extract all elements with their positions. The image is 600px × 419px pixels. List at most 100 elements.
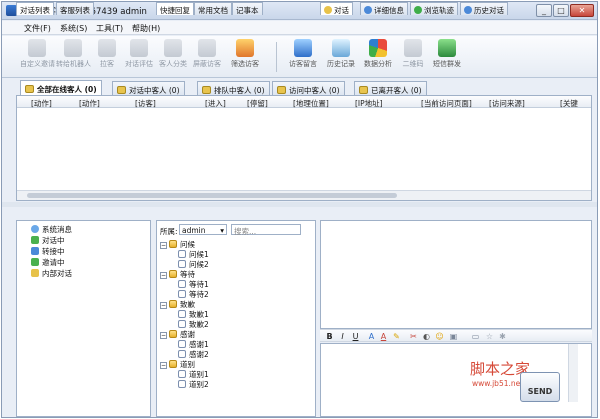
menu-tools[interactable]: 工具(T) bbox=[96, 23, 123, 34]
column-ip[interactable]: [IP地址] bbox=[355, 98, 383, 109]
close-button[interactable]: ✕ bbox=[570, 4, 594, 17]
emoji-button[interactable]: ☺ bbox=[434, 331, 445, 342]
filter-visitor-button[interactable]: 筛选访客 bbox=[228, 39, 262, 76]
column-location[interactable]: [地理位置] bbox=[293, 98, 329, 109]
watermark-url: www.jb51.net bbox=[472, 379, 524, 388]
tab-browse-trail[interactable]: 浏览轨迹 bbox=[410, 2, 458, 15]
menu-bar: 文件(F) 系统(S) 工具(T) 帮助(H) bbox=[2, 21, 597, 35]
folder-icon bbox=[169, 240, 177, 248]
tab-all-online[interactable]: 全部在线客人 (0) bbox=[20, 80, 102, 96]
chat-message-area[interactable] bbox=[320, 220, 592, 329]
internal-chat-icon bbox=[31, 269, 39, 277]
chat-evaluate-button[interactable]: 对话评估 bbox=[122, 39, 156, 76]
tab-quick-reply[interactable]: 快捷回复 bbox=[156, 2, 194, 15]
column-enter[interactable]: [进入] bbox=[205, 98, 226, 109]
chat-list-panel: 系统消息 对话中 转接中 邀请中 内部对话 bbox=[16, 220, 151, 417]
visitor-category-button[interactable]: 客人分类 bbox=[156, 39, 190, 76]
tab-visiting[interactable]: 访问中客人 (0) bbox=[272, 81, 345, 96]
document-icon bbox=[178, 380, 186, 388]
pull-visitor-button[interactable]: 拉客 bbox=[90, 39, 124, 76]
tab-agent-list[interactable]: 客服列表 bbox=[56, 2, 94, 15]
column-action[interactable]: [动作] bbox=[31, 98, 52, 109]
visitor-table-header: [动作] [动作] [访客] [进入] [停留] [地理位置] [IP地址] [… bbox=[17, 96, 591, 108]
list-item-internal[interactable]: 内部对话 bbox=[31, 268, 72, 279]
font-color-button[interactable]: A bbox=[378, 331, 389, 342]
list-item-chatting[interactable]: 对话中 bbox=[31, 235, 65, 246]
queue-icon bbox=[202, 86, 211, 94]
document-icon bbox=[178, 290, 186, 298]
list-item-inviting[interactable]: 邀请中 bbox=[31, 257, 65, 268]
history-button[interactable]: 历史记录 bbox=[324, 39, 358, 76]
folder-icon bbox=[169, 270, 177, 278]
qr-code-button[interactable]: 二维码 bbox=[396, 39, 430, 76]
data-analysis-button[interactable]: 数据分析 bbox=[361, 39, 395, 76]
visitors-icon bbox=[25, 85, 34, 93]
column-action-2[interactable]: [动作] bbox=[79, 98, 100, 109]
folder-icon bbox=[169, 330, 177, 338]
history-icon bbox=[464, 6, 472, 14]
reply-search-input[interactable]: 搜索... bbox=[231, 224, 301, 236]
image-button[interactable]: ▣ bbox=[448, 331, 459, 342]
history-icon bbox=[332, 39, 350, 57]
tab-notepad[interactable]: 记事本 bbox=[232, 2, 263, 15]
menu-system[interactable]: 系统(S) bbox=[60, 23, 87, 34]
input-vertical-scrollbar[interactable] bbox=[568, 344, 578, 402]
toolbar-separator bbox=[276, 42, 277, 72]
document-icon bbox=[178, 250, 186, 258]
format-toolbar: B I U A A ✎ ✂ ◐ ☺ ▣ ▭ ☆ ✱ bbox=[320, 329, 592, 342]
list-item-transfer[interactable]: 转接中 bbox=[31, 246, 65, 257]
horizontal-scrollbar[interactable] bbox=[17, 190, 591, 200]
owner-select[interactable]: admin ▾ bbox=[179, 224, 227, 235]
shake-button[interactable]: ◐ bbox=[421, 331, 432, 342]
column-stay[interactable]: [停留] bbox=[247, 98, 268, 109]
sms-broadcast-button[interactable]: 短信群发 bbox=[430, 39, 464, 76]
tab-chat-list[interactable]: 对话列表 bbox=[16, 2, 54, 15]
tab-chat[interactable]: 对话 bbox=[320, 2, 353, 15]
underline-button[interactable]: U bbox=[350, 331, 361, 342]
maximize-button[interactable]: □ bbox=[553, 4, 569, 17]
column-visitor[interactable]: [访客] bbox=[135, 98, 156, 109]
category-icon bbox=[164, 39, 182, 57]
favorite-button[interactable]: ☆ bbox=[484, 331, 495, 342]
invite-icon bbox=[31, 258, 39, 266]
column-referrer[interactable]: [访问来源] bbox=[489, 98, 525, 109]
block-visitor-button[interactable]: 屏蔽访客 bbox=[190, 39, 224, 76]
custom-invite-button[interactable]: 自定义邀请 bbox=[20, 39, 55, 76]
document-icon bbox=[178, 310, 186, 318]
tab-common-docs[interactable]: 常用文档 bbox=[194, 2, 232, 15]
font-size-button[interactable]: A bbox=[366, 331, 377, 342]
folder-icon bbox=[169, 360, 177, 368]
tab-chatting[interactable]: 对话中客人 (0) bbox=[112, 81, 185, 96]
tab-details[interactable]: 详细信息 bbox=[360, 2, 408, 15]
robot-icon bbox=[64, 39, 82, 57]
list-item-system[interactable]: 系统消息 bbox=[31, 224, 72, 235]
bold-button[interactable]: B bbox=[324, 331, 335, 342]
italic-button[interactable]: I bbox=[337, 331, 348, 342]
menu-help[interactable]: 帮助(H) bbox=[132, 23, 160, 34]
column-keyword[interactable]: [关键 bbox=[560, 98, 578, 109]
pane-splitter[interactable] bbox=[2, 202, 597, 207]
tab-left[interactable]: 已离开客人 (0) bbox=[354, 81, 427, 96]
document-icon bbox=[178, 350, 186, 358]
quick-reply-panel: 所属: admin ▾ 搜索... − 问候 问候1 问候2 − 等待 等待1 等待2… bbox=[156, 220, 316, 417]
settings-button[interactable]: ✱ bbox=[497, 331, 508, 342]
main-window: 网站多客宝 DKB167439 admin _ □ ✕ 文件(F) 系统(S) … bbox=[1, 1, 598, 418]
send-button[interactable]: SEND bbox=[520, 372, 560, 402]
highlight-button[interactable]: ✎ bbox=[391, 331, 402, 342]
chat-icon bbox=[324, 6, 332, 14]
minimize-button[interactable]: _ bbox=[536, 4, 552, 17]
transfer-robot-button[interactable]: 转给机器人 bbox=[56, 39, 91, 76]
tab-queue[interactable]: 排队中客人 (0) bbox=[197, 81, 270, 96]
scrollbar-thumb[interactable] bbox=[27, 193, 397, 198]
visiting-icon bbox=[277, 86, 286, 94]
column-current-page[interactable]: [当前访问页面] bbox=[421, 98, 472, 109]
screenshot-button[interactable]: ✂ bbox=[408, 331, 419, 342]
visitor-message-button[interactable]: 访客留言 bbox=[286, 39, 320, 76]
document-icon bbox=[178, 280, 186, 288]
visitor-table[interactable]: [动作] [动作] [访客] [进入] [停留] [地理位置] [IP地址] [… bbox=[16, 95, 592, 201]
tree-leaf[interactable]: 道别2 bbox=[178, 379, 209, 390]
info-icon bbox=[364, 6, 372, 14]
tab-chat-history[interactable]: 历史对话 bbox=[460, 2, 508, 15]
menu-file[interactable]: 文件(F) bbox=[24, 23, 51, 34]
file-button[interactable]: ▭ bbox=[470, 331, 481, 342]
